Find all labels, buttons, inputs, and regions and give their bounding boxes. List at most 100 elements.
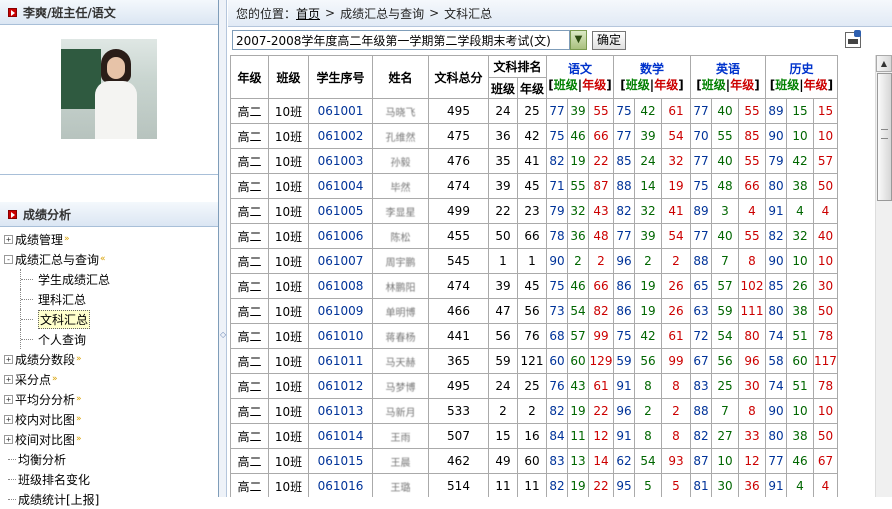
col-header-rank: 文科排名: [488, 55, 547, 78]
cell-score: 82: [546, 148, 568, 174]
table-row[interactable]: 高二 10班 061006 陈松 455 50 66 78 36 48 77 39 54 77 40 55 82…: [230, 223, 838, 249]
cell-grade: 高二: [230, 373, 269, 399]
table-row[interactable]: 高二 10班 061012 马梦博 495 24 25 76 43 61 91 8 8 83 25 30 74 5…: [230, 373, 838, 399]
breadcrumb-sep: >: [325, 6, 336, 20]
cell-grade-rank: 80: [738, 323, 766, 349]
table-row[interactable]: 高二 10班 061005 李显星 499 22 23 79 32 43 82 32 41 89 3 4 91 4…: [230, 198, 838, 224]
expand-icon[interactable]: +: [4, 434, 13, 444]
table-row[interactable]: 高二 10班 061001 马晓飞 495 24 25 77 39 55 75 42 61 77 40 55 8…: [230, 98, 838, 124]
double-chevron-icon: »: [76, 434, 82, 444]
cell-class-rank: 36: [567, 223, 589, 249]
table-row[interactable]: 高二 10班 061016 王璐 514 11 11 82 19 22 95 5 5 81 30 36 91 4 4: [230, 473, 838, 497]
confirm-button[interactable]: 确定: [592, 30, 627, 50]
table-row[interactable]: 高二 10班 061004 毕然 474 39 45 71 55 87 88 14 19 75 48 66 80…: [230, 173, 838, 199]
double-chevron-icon: «: [100, 254, 106, 264]
expand-icon[interactable]: +: [4, 374, 13, 384]
table-row[interactable]: 高二 10班 061015 王晨 462 49 60 83 13 14 62 54 93 87 10 12 77…: [230, 448, 838, 474]
cell-score: 86: [613, 273, 635, 299]
tag-class: 班级: [775, 78, 800, 92]
cell-score: 77: [690, 223, 712, 249]
expand-icon[interactable]: +: [4, 354, 13, 364]
cell-class-rank: 4: [786, 473, 814, 497]
cell-grade-rank: 10: [813, 398, 838, 424]
table-row[interactable]: 高二 10班 061009 单明博 466 47 56 73 54 82 86 19 26 63 59 111…: [230, 298, 838, 324]
tree-item[interactable]: + 校内对比图»: [4, 409, 218, 429]
table-row[interactable]: 高二 10班 061013 马新月 533 2 2 82 19 22 96 2 2 88 7 8 90 10 10: [230, 398, 838, 424]
cell-name: 陈松: [372, 223, 429, 249]
cell-class-rank: 10: [786, 248, 814, 274]
cell-grade-rank: 26: [661, 298, 691, 324]
table-row[interactable]: 高二 10班 061003 孙毅 476 35 41 82 19 22 85 24 32 77 40 55 79…: [230, 148, 838, 174]
cell-name: 李显星: [372, 198, 429, 224]
cell-score: 82: [765, 223, 787, 249]
scroll-up-icon[interactable]: ▲: [876, 55, 892, 72]
breadcrumb-level1: 成绩汇总与查询: [340, 6, 425, 21]
tree-item[interactable]: 学生成绩汇总: [4, 269, 218, 289]
table-row[interactable]: 高二 10班 061002 孔维然 475 36 42 75 46 66 77 39 54 70 55 85 9…: [230, 123, 838, 149]
tree-item[interactable]: + 采分点»: [4, 369, 218, 389]
tree-item[interactable]: + 成绩管理»: [4, 229, 218, 249]
section-header: 成绩分析: [0, 202, 218, 227]
cell-score: 91: [613, 373, 635, 399]
tree-item[interactable]: + 校间对比图»: [4, 429, 218, 449]
cell-name: 林鹏阳: [372, 273, 429, 299]
table-row[interactable]: 高二 10班 061007 周宇鹏 545 1 1 90 2 2 96 2 2 88 7 8 90 10 10: [230, 248, 838, 274]
table-row[interactable]: 高二 10班 061010 蒋春杨 441 56 76 68 57 99 75 42 61 72 54 80 7…: [230, 323, 838, 349]
cell-score: 84: [546, 423, 568, 449]
tree-item[interactable]: 班级排名变化: [4, 469, 218, 489]
expand-icon[interactable]: +: [4, 414, 13, 424]
exam-select[interactable]: 2007-2008学年度高二年级第一学期第二学段期末考试(文) ▼: [232, 30, 587, 50]
bracket: ]: [606, 78, 612, 92]
cell-class-rank: 4: [786, 198, 814, 224]
cell-class-rank: 24: [634, 148, 662, 174]
cell-total: 476: [428, 148, 489, 174]
subject-subheader: [班级|年级]: [548, 77, 613, 93]
tree-item[interactable]: 成绩统计[上报]: [4, 489, 218, 509]
cell-grade-rank: 129: [588, 348, 614, 374]
cell-score: 91: [765, 473, 787, 497]
expand-icon[interactable]: +: [4, 394, 13, 404]
tree-item-label: 学生成绩汇总: [38, 272, 111, 287]
cell-class-rank: 38: [786, 298, 814, 324]
cell-sid: 061016: [308, 473, 373, 497]
tree-item-label: 平均分分析: [15, 392, 76, 407]
cell-score: 80: [765, 173, 787, 199]
breadcrumb-home-link[interactable]: 首页: [296, 5, 320, 22]
cell-grade-rank: 41: [661, 198, 691, 224]
tree-line: [20, 269, 36, 289]
print-icon[interactable]: [845, 30, 861, 48]
tree-item[interactable]: + 成绩分数段»: [4, 349, 218, 369]
collapse-arrow-icon[interactable]: ◇: [220, 330, 226, 339]
cell-grade-rank: 15: [813, 98, 838, 124]
tree-item[interactable]: 均衡分析: [4, 449, 218, 469]
table-row[interactable]: 高二 10班 061011 马天赫 365 59 121 60 60 129 59 56 99 67 56 9…: [230, 348, 838, 374]
scroll-thumb[interactable]: [877, 73, 892, 201]
collapse-icon[interactable]: -: [4, 254, 13, 264]
tree-line: [4, 469, 16, 489]
vertical-scrollbar[interactable]: ▲: [875, 55, 892, 497]
score-table-wrap: 年级 班级 学生序号 姓名 文科总分 文科排名 语文 [班级|年级] 数学 [班级|年级] 英语 [班…: [230, 55, 875, 497]
cell-class-rank: 42: [786, 148, 814, 174]
cell-grade: 高二: [230, 173, 269, 199]
cell-rank-grade: 121: [517, 348, 547, 374]
cell-rank-class: 59: [488, 348, 518, 374]
tree-item-label: 班级排名变化: [18, 472, 91, 487]
cell-grade: 高二: [230, 323, 269, 349]
table-row[interactable]: 高二 10班 061014 王雨 507 15 16 84 11 12 91 8 8 82 27 33 80 38…: [230, 423, 838, 449]
tree-item-label: 理科汇总: [38, 292, 87, 307]
tree-item[interactable]: 文科汇总: [4, 309, 218, 329]
cell-class: 10班: [268, 423, 309, 449]
cell-grade-rank: 22: [588, 473, 614, 497]
splitter[interactable]: ◇: [219, 0, 227, 497]
double-chevron-icon: »: [76, 354, 82, 364]
expand-icon[interactable]: +: [4, 234, 13, 244]
table-row[interactable]: 高二 10班 061008 林鹏阳 474 39 45 75 46 66 86 19 26 65 57 102…: [230, 273, 838, 299]
cell-score: 82: [546, 398, 568, 424]
chevron-down-icon[interactable]: ▼: [570, 30, 587, 50]
tree-item[interactable]: + 平均分分析»: [4, 389, 218, 409]
tree-item[interactable]: 个人查询: [4, 329, 218, 349]
cell-grade: 高二: [230, 123, 269, 149]
tree-item[interactable]: - 成绩汇总与查询 «: [4, 249, 218, 269]
tree-item[interactable]: 理科汇总: [4, 289, 218, 309]
tree-item-label: 个人查询: [38, 332, 87, 347]
